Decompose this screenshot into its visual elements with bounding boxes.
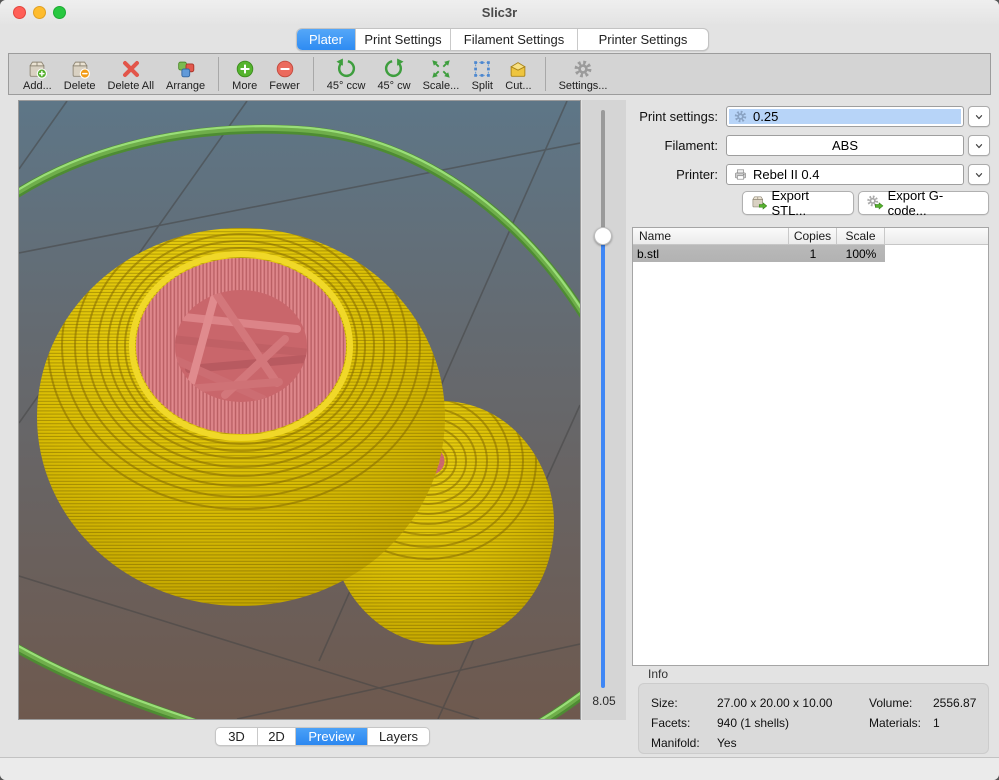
slic3r-window: Slic3r Plater Print Settings Filament Se… xyxy=(0,0,999,780)
view-tab-preview[interactable]: Preview xyxy=(296,728,368,745)
arrange-button[interactable]: Arrange xyxy=(160,56,211,93)
print-settings-dropdown-button[interactable] xyxy=(968,106,990,127)
facets-value: 940 (1 shells) xyxy=(717,716,869,730)
print-settings-select[interactable]: 0.25 xyxy=(726,106,964,127)
scale-arrows-icon xyxy=(430,58,452,80)
plater-toolbar: Add... Delete Delete All Arrange More Fe… xyxy=(8,53,991,95)
tab-filament-settings[interactable]: Filament Settings xyxy=(451,29,578,50)
filament-select[interactable]: ABS xyxy=(726,135,964,156)
toolbar-separator xyxy=(313,57,314,91)
slider-thumb[interactable] xyxy=(594,227,612,245)
printer-icon xyxy=(733,167,748,182)
printer-label: Printer: xyxy=(612,164,718,185)
info-panel: Size: 27.00 x 20.00 x 10.00 Volume: 2556… xyxy=(638,683,989,754)
tab-plater[interactable]: Plater xyxy=(297,29,356,50)
volume-label: Volume: xyxy=(869,696,933,710)
facets-label: Facets: xyxy=(651,716,717,730)
column-header-scale: Scale xyxy=(837,228,885,244)
toolbar-separator xyxy=(218,57,219,91)
manifold-label: Manifold: xyxy=(651,736,717,750)
printer-dropdown-button[interactable] xyxy=(968,164,990,185)
box-remove-icon xyxy=(69,58,91,80)
view-tab-layers[interactable]: Layers xyxy=(368,728,429,745)
layer-slider: 8.05 xyxy=(582,100,626,720)
tab-print-settings[interactable]: Print Settings xyxy=(356,29,451,50)
delete-all-button[interactable]: Delete All xyxy=(102,56,160,93)
box-add-icon xyxy=(26,58,48,80)
volume-value: 2556.87 xyxy=(933,696,988,710)
manifold-value: Yes xyxy=(717,736,869,750)
column-header-filler xyxy=(885,228,988,244)
main-tab-bar: Plater Print Settings Filament Settings … xyxy=(296,28,709,51)
filament-dropdown-button[interactable] xyxy=(968,135,990,156)
delete-button[interactable]: Delete xyxy=(58,56,102,93)
window-title: Slic3r xyxy=(0,5,999,20)
column-header-name: Name xyxy=(633,228,789,244)
split-marquee-icon xyxy=(471,58,493,80)
chevron-down-icon xyxy=(973,111,985,123)
size-label: Size: xyxy=(651,696,717,710)
export-stl-icon xyxy=(751,195,767,212)
toolbar-separator xyxy=(545,57,546,91)
export-stl-button[interactable]: Export STL... xyxy=(742,191,854,215)
cut-box-icon xyxy=(507,58,529,80)
print-preview-render xyxy=(19,101,580,719)
rotate-ccw-button[interactable]: 45° ccw xyxy=(321,56,372,93)
view-mode-tabs: 3D 2D Preview Layers xyxy=(215,727,430,746)
more-button[interactable]: More xyxy=(226,56,263,93)
bottom-strip xyxy=(0,758,999,780)
filament-label: Filament: xyxy=(612,135,718,156)
rotate-cw-button[interactable]: 45° cw xyxy=(371,56,416,93)
print-settings-label: Print settings: xyxy=(612,106,718,127)
gear-icon xyxy=(572,58,594,80)
split-button[interactable]: Split xyxy=(465,56,499,93)
slider-value: 8.05 xyxy=(582,694,626,708)
materials-value: 1 xyxy=(933,716,988,730)
cut-button[interactable]: Cut... xyxy=(499,56,537,93)
preview-3d-canvas[interactable] xyxy=(18,100,581,720)
chevron-down-icon xyxy=(973,140,985,152)
export-gcode-button[interactable]: Export G-code... xyxy=(858,191,989,215)
settings-button[interactable]: Settings... xyxy=(553,56,614,93)
fewer-button[interactable]: Fewer xyxy=(263,56,306,93)
view-tab-3d[interactable]: 3D xyxy=(216,728,258,745)
printer-select[interactable]: Rebel II 0.4 xyxy=(726,164,964,185)
gear-icon xyxy=(733,109,748,124)
title-bar: Slic3r xyxy=(0,0,999,24)
arrange-cubes-icon xyxy=(175,58,197,80)
add-button[interactable]: Add... xyxy=(17,56,58,93)
chevron-down-icon xyxy=(973,169,985,181)
table-row[interactable]: b.stl 1 100% xyxy=(633,245,885,262)
column-header-copies: Copies xyxy=(789,228,837,244)
slider-track-lower[interactable] xyxy=(601,236,605,688)
delete-all-x-icon xyxy=(120,58,142,80)
info-section-title: Info xyxy=(648,667,668,681)
materials-label: Materials: xyxy=(869,716,933,730)
minus-circle-icon xyxy=(274,58,296,80)
rotate-cw-icon xyxy=(383,58,405,80)
slider-track-upper[interactable] xyxy=(601,110,605,236)
object-list: Name Copies Scale b.stl 1 100% xyxy=(632,227,989,666)
view-tab-2d[interactable]: 2D xyxy=(258,728,296,745)
size-value: 27.00 x 20.00 x 10.00 xyxy=(717,696,869,710)
tab-printer-settings[interactable]: Printer Settings xyxy=(578,29,708,50)
scale-button[interactable]: Scale... xyxy=(417,56,466,93)
export-gcode-icon xyxy=(867,195,884,212)
plus-circle-icon xyxy=(234,58,256,80)
rotate-ccw-icon xyxy=(335,58,357,80)
object-list-header: Name Copies Scale xyxy=(633,228,988,245)
